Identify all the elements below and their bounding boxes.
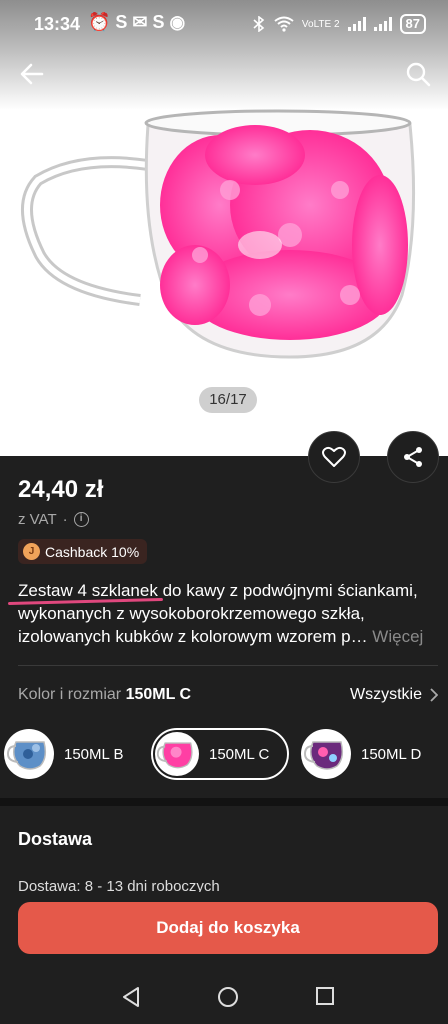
vat-label: z VAT <box>18 511 57 528</box>
signal-icon <box>347 17 366 31</box>
variant-selector-header[interactable]: Kolor i rozmiar 150ML C Wszystkie <box>18 686 438 710</box>
gallery-page-indicator: 16/17 <box>199 387 257 413</box>
cashback-badge: J Cashback 10% <box>18 539 148 564</box>
cashback-label: Cashback 10% <box>45 543 140 560</box>
product-price: 24,40 zł <box>18 476 104 503</box>
nav-home-icon[interactable] <box>217 986 239 1008</box>
variant-thumbnail <box>155 732 199 776</box>
product-gallery[interactable]: 13:34 ⏰ S ✉ S ◉ VoLTE 2 87 16/17 <box>0 0 448 456</box>
volte-label: VoLTE 2 <box>301 18 340 30</box>
see-all-variants[interactable]: Wszystkie <box>350 686 438 704</box>
bluetooth-icon <box>253 16 265 32</box>
status-bar: 13:34 ⏰ S ✉ S ◉ VoLTE 2 87 <box>0 0 448 50</box>
product-description[interactable]: Zestaw 4 szklanek do kawy z podwójnymi ś… <box>18 579 438 648</box>
signal-icon-2 <box>373 17 392 31</box>
more-link[interactable]: Więcej <box>372 627 423 646</box>
variant-thumbnail <box>4 729 54 779</box>
see-all-label: Wszystkie <box>350 686 422 703</box>
notification-icons: ⏰ S ✉ S ◉ <box>88 12 186 32</box>
wifi-icon <box>274 16 294 32</box>
status-right: VoLTE 2 87 <box>252 14 426 34</box>
section-separator <box>0 798 448 806</box>
variant-thumbnail <box>301 729 351 779</box>
share-icon <box>404 447 422 467</box>
variant-options: 150ML B 150ML C 150ML D <box>0 726 448 786</box>
variant-option-d[interactable]: 150ML D <box>299 728 439 780</box>
variant-option-b[interactable]: 150ML B <box>2 728 142 780</box>
nav-recents-icon[interactable] <box>315 986 335 1006</box>
product-title-highlight: Zestaw 4 szklanek <box>18 581 158 600</box>
variant-selected: 150ML C <box>125 686 192 703</box>
variant-option-label: 150ML D <box>361 745 422 763</box>
heart-icon <box>322 446 346 467</box>
info-icon[interactable]: i <box>73 512 89 527</box>
back-arrow-icon[interactable] <box>18 60 46 88</box>
search-icon[interactable] <box>404 60 432 88</box>
product-image <box>21 109 416 359</box>
nav-back-icon[interactable] <box>120 986 142 1008</box>
coin-icon: J <box>23 543 40 560</box>
divider <box>18 665 438 666</box>
status-time: 13:34 <box>34 14 81 34</box>
add-to-cart-button[interactable]: Dodaj do koszyka <box>18 902 438 954</box>
favorite-button[interactable] <box>308 431 360 483</box>
variant-option-label: 150ML C <box>209 745 270 763</box>
variant-option-label: 150ML B <box>64 745 124 763</box>
variant-option-c[interactable]: 150ML C <box>151 728 289 780</box>
product-page: 13:34 ⏰ S ✉ S ◉ VoLTE 2 87 16/17 24,40 z… <box>0 0 448 1024</box>
system-navigation-bar <box>0 964 448 1024</box>
chevron-right-icon <box>430 688 438 702</box>
variant-label: Kolor i rozmiar <box>18 686 122 703</box>
battery-indicator: 87 <box>399 14 426 34</box>
delivery-title: Dostawa <box>18 829 93 849</box>
vat-row: z VAT · i <box>18 511 89 528</box>
share-button[interactable] <box>387 431 439 483</box>
